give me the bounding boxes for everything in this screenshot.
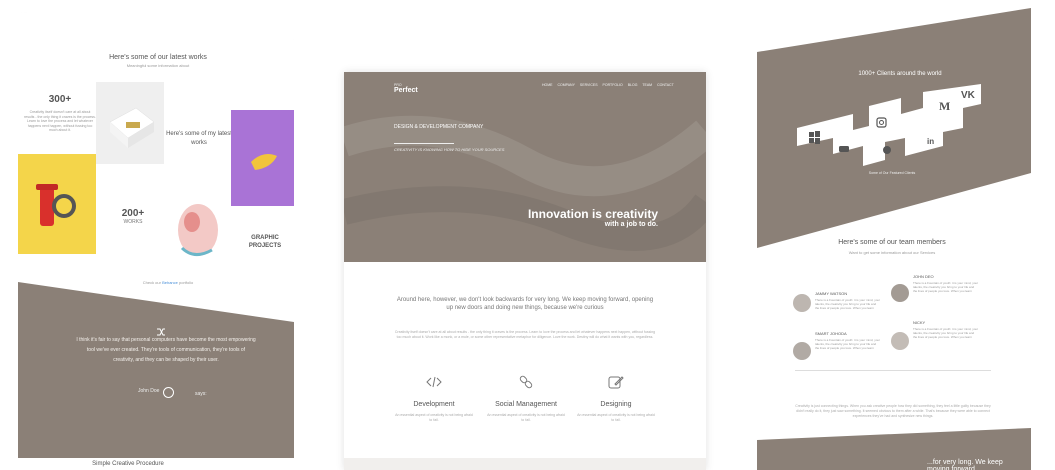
vk-icon: VK <box>961 90 976 101</box>
linkedin-icon: in <box>927 137 934 146</box>
member-name: JAMMY WATSON <box>815 291 848 296</box>
service-desc-designing: An essential aspect of creativity is not… <box>577 413 655 422</box>
hero-section <box>344 72 706 262</box>
avatar[interactable] <box>891 284 909 302</box>
team-subtitle: Want to get some information about our S… <box>848 250 936 255</box>
stat-number-works: 200+ <box>121 208 145 219</box>
member-description: There is a Fountain of youth: it is your… <box>815 298 881 310</box>
works-text: Here's some of my latest works <box>166 131 232 146</box>
nav-contact[interactable]: CONTACT <box>657 83 674 87</box>
member-description: There is a Fountain of youth: it is your… <box>913 327 979 339</box>
procedure-heading: Simple Creative Procedure <box>92 461 164 467</box>
banana-artwork-image[interactable] <box>231 110 294 206</box>
main-nav: HOME COMPANY SERVICES PORTFOLIO BLOG TEA… <box>542 83 702 87</box>
nav-team[interactable]: TEAM <box>642 83 652 87</box>
clients-subtitle: Some of Our Featured Clients <box>868 171 916 175</box>
illustration-artwork-image[interactable] <box>164 190 230 274</box>
right-page-preview: 1000+ Clients around the world M VK in S… <box>757 8 1031 470</box>
avatar[interactable] <box>891 332 909 350</box>
next-section-band <box>344 458 706 470</box>
graphic-projects-label: GRAPHIC PROJECTS <box>248 235 282 249</box>
service-desc-social: An essential aspect of creativity is not… <box>487 413 565 422</box>
testimonial-says: says: <box>195 391 207 397</box>
nav-blog[interactable]: BLOG <box>628 83 638 87</box>
youtube-icon <box>839 146 849 152</box>
behance-portfolio-text: Check our Behance portfolio <box>88 280 248 285</box>
link-icon <box>518 374 534 390</box>
nav-company[interactable]: COMPANY <box>557 83 574 87</box>
svg-text:M: M <box>939 99 950 113</box>
avatar[interactable] <box>793 342 811 360</box>
edit-icon <box>608 374 624 390</box>
service-title-designing: Designing <box>600 401 632 408</box>
avatar <box>163 387 174 398</box>
service-title-social: Social Management <box>495 401 557 408</box>
pinterest-icon <box>883 146 891 154</box>
service-title-development: Development <box>413 401 455 408</box>
member-description: There is a Fountain of youth: it is your… <box>815 338 881 350</box>
stat-description: Creativity itself doesn't care at all ab… <box>24 110 96 132</box>
behance-pre: Check our <box>142 280 161 285</box>
testimonial-band <box>18 282 294 458</box>
brand-logo[interactable]: Perfect <box>394 87 418 94</box>
nav-services[interactable]: SERVICES <box>580 83 598 87</box>
team-footnote: Creativity is just connecting things. Wh… <box>795 404 991 418</box>
hydrant-artwork-image[interactable] <box>18 154 96 254</box>
intro-lead: Around here, however, we don't look back… <box>396 297 654 311</box>
shuffle-icon <box>156 324 166 336</box>
hero-headline: Innovation is creativity <box>527 207 658 221</box>
hero-divider <box>394 143 454 144</box>
left-page-preview: Here's some of our latest works Meaningf… <box>18 12 294 470</box>
service-desc-development: An essential aspect of creativity is not… <box>395 413 473 422</box>
stat-label-works: WORKS <box>123 219 143 225</box>
hero-tagline: CREATIVITY IS KNOWING HOW TO HIDE YOUR S… <box>394 147 505 152</box>
client-logos: M VK in <box>797 84 981 166</box>
medium-icon: M <box>939 99 950 113</box>
svg-text:VK: VK <box>961 90 976 101</box>
nav-portfolio[interactable]: PORTFOLIO <box>603 83 623 87</box>
svg-text:in: in <box>927 137 934 146</box>
nav-home[interactable]: HOME <box>542 83 553 87</box>
water-texture <box>344 115 706 251</box>
bottom-band-text: ...for very long. We keep moving forward… <box>927 459 1003 470</box>
avatar[interactable] <box>793 294 811 312</box>
hero-subheadline: with a job to do. <box>604 221 658 228</box>
center-page-preview: PRO Perfect HOME COMPANY SERVICES PORTFO… <box>344 72 706 470</box>
code-icon <box>426 374 442 390</box>
testimonial-author: John Doe <box>138 388 160 394</box>
behance-post: portfolio <box>179 280 194 285</box>
behance-link[interactable]: Behance <box>162 280 178 285</box>
hero-heading: DESIGN & DEVELOPMENT COMPANY <box>394 124 484 130</box>
works-section-subtitle: Meaningful some information about <box>126 63 190 68</box>
member-name: NICKY <box>913 320 926 325</box>
stat-number: 300+ <box>48 94 72 105</box>
clients-title: 1000+ Clients around the world <box>858 71 942 77</box>
member-name: SMART JOHODA <box>815 331 847 336</box>
member-name: JOHN DEO <box>913 274 934 279</box>
member-description: There is a Fountain of youth: it is your… <box>913 281 979 293</box>
testimonial-quote: I think it's fair to say that personal c… <box>76 337 256 363</box>
team-title: Here's some of our team members <box>838 239 946 246</box>
works-section-title: Here's some of our latest works <box>109 54 207 61</box>
intro-body: Creativity itself doesn't care at all ab… <box>394 330 656 339</box>
section-divider <box>795 370 991 371</box>
box-artwork-image[interactable] <box>96 82 164 164</box>
